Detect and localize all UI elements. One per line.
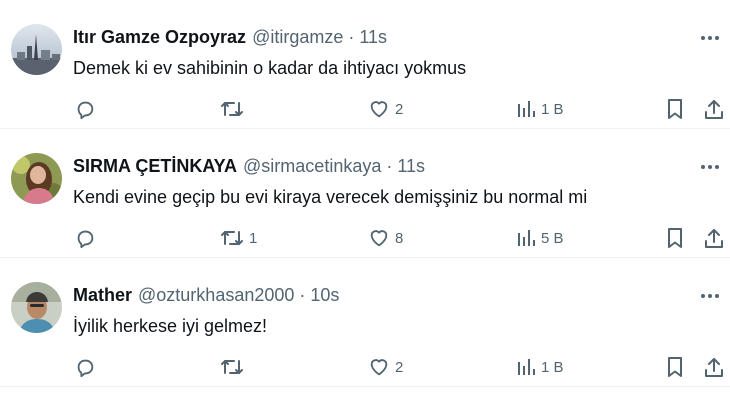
retweet-count: 1 (249, 229, 258, 247)
bookmark-icon (665, 356, 685, 378)
avatar[interactable] (11, 153, 62, 204)
share-button[interactable] (704, 225, 724, 251)
like-icon (368, 356, 390, 378)
separator: · (386, 156, 393, 176)
action-bar: 2 1 B (0, 354, 730, 380)
reply-button[interactable] (74, 225, 101, 251)
more-icon[interactable] (698, 286, 722, 306)
like-count: 8 (395, 229, 404, 247)
tweet-text: Demek ki ev sahibinin o kadar da ihtiyac… (73, 58, 467, 78)
separator: · (299, 285, 306, 305)
share-icon (704, 98, 724, 120)
like-count: 2 (395, 358, 404, 376)
author-handle[interactable]: @sirmacetinkaya (243, 156, 381, 177)
view-count: 1 B (541, 358, 564, 376)
share-button[interactable] (704, 354, 724, 380)
like-button[interactable]: 8 (368, 225, 403, 251)
timestamp[interactable]: 10s (310, 285, 339, 306)
action-bar: 2 1 B (0, 96, 730, 122)
tweet-text: İyilik herkese iyi gelmez! (73, 316, 268, 336)
retweet-button[interactable]: 1 (220, 225, 257, 251)
view-count: 5 B (541, 229, 564, 247)
author-handle[interactable]: @ozturkhasan2000 (138, 285, 294, 306)
like-count: 2 (395, 100, 404, 118)
retweet-icon (220, 356, 244, 378)
share-icon (704, 227, 724, 249)
retweet-icon (220, 98, 244, 120)
action-bar: 1 8 5 B (0, 225, 730, 251)
share-button[interactable] (704, 96, 724, 122)
more-icon[interactable] (698, 157, 722, 177)
timestamp[interactable]: 11s (359, 27, 387, 48)
views-button[interactable]: 5 B (516, 225, 564, 251)
tweet-header: SIRMA ÇETİNKAYA @sirmacetinkaya · 11s (73, 156, 690, 180)
reply-button[interactable] (74, 96, 101, 122)
separator: · (348, 27, 355, 47)
author-name[interactable]: Itır Gamze Ozpoyraz (73, 27, 246, 48)
tweet[interactable]: Mather @ozturkhasan2000 · 10s İyilik her… (0, 258, 730, 387)
reply-icon (74, 356, 96, 378)
tweet-text: Kendi evine geçip bu evi kiraya verecek … (73, 187, 588, 207)
like-icon (368, 98, 390, 120)
retweet-button[interactable] (220, 354, 249, 380)
views-icon (516, 357, 536, 377)
views-icon (516, 228, 536, 248)
avatar[interactable] (11, 282, 62, 333)
bookmark-button[interactable] (665, 96, 685, 122)
tweet[interactable]: Itır Gamze Ozpoyraz @itirgamze · 11s Dem… (0, 0, 730, 129)
retweet-button[interactable] (220, 96, 249, 122)
view-count: 1 B (541, 100, 564, 118)
more-icon[interactable] (698, 28, 722, 48)
views-button[interactable]: 1 B (516, 96, 564, 122)
reply-button[interactable] (74, 354, 101, 380)
author-handle[interactable]: @itirgamze (252, 27, 343, 48)
like-button[interactable]: 2 (368, 96, 403, 122)
views-button[interactable]: 1 B (516, 354, 564, 380)
tweet-header: Itır Gamze Ozpoyraz @itirgamze · 11s (73, 27, 690, 51)
author-name[interactable]: SIRMA ÇETİNKAYA (73, 156, 237, 177)
bookmark-icon (665, 227, 685, 249)
avatar[interactable] (11, 24, 62, 75)
bookmark-icon (665, 98, 685, 120)
like-button[interactable]: 2 (368, 354, 403, 380)
views-icon (516, 99, 536, 119)
reply-icon (74, 227, 96, 249)
reply-icon (74, 98, 96, 120)
retweet-icon (220, 227, 244, 249)
like-icon (368, 227, 390, 249)
bookmark-button[interactable] (665, 354, 685, 380)
timestamp[interactable]: 11s (397, 156, 425, 177)
author-name[interactable]: Mather (73, 285, 132, 306)
share-icon (704, 356, 724, 378)
tweet-header: Mather @ozturkhasan2000 · 10s (73, 285, 690, 309)
bookmark-button[interactable] (665, 225, 685, 251)
tweet[interactable]: SIRMA ÇETİNKAYA @sirmacetinkaya · 11s Ke… (0, 129, 730, 258)
